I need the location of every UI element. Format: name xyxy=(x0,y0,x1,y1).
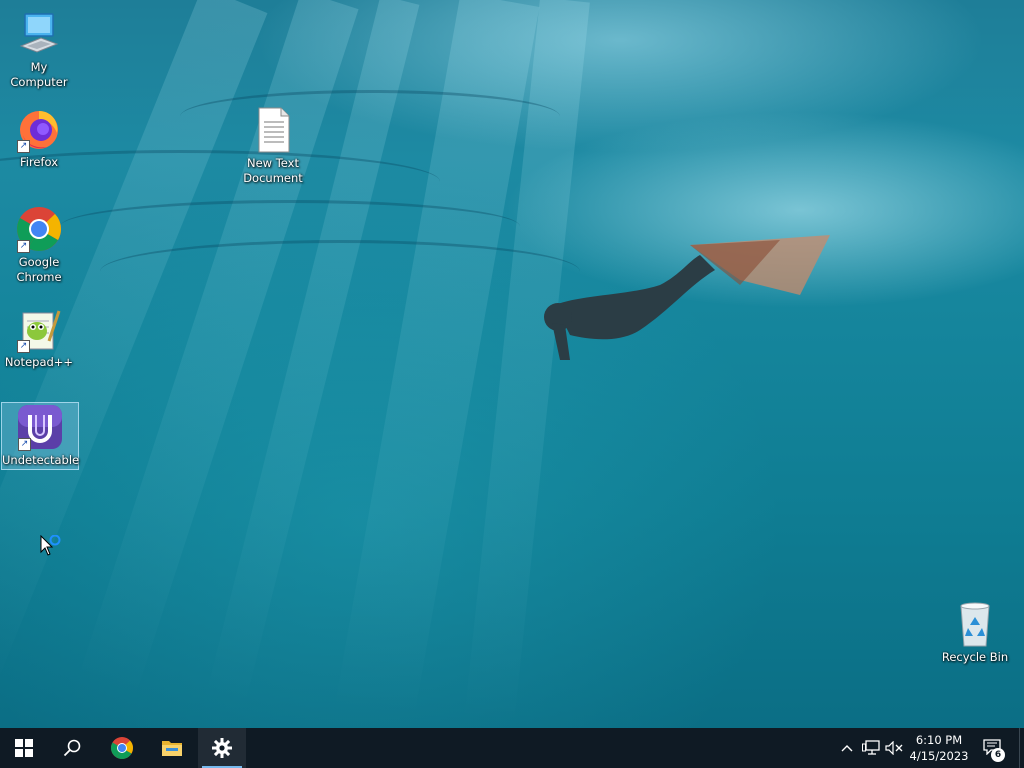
desktop-icon-label: New Text Document xyxy=(243,156,303,185)
file-explorer-icon xyxy=(162,741,182,756)
desktop-icon-label: Undetectable xyxy=(2,453,80,467)
desktop-icon-label: Notepad++ xyxy=(4,355,74,369)
desktop-icon-recycle-bin[interactable]: Recycle Bin xyxy=(937,600,1013,665)
taskbar-file-explorer-button[interactable] xyxy=(148,728,196,768)
chevron-up-icon xyxy=(841,745,853,752)
firefox-icon: ↗ xyxy=(15,105,63,153)
computer-icon xyxy=(15,10,63,58)
network-status-button[interactable] xyxy=(860,738,882,758)
shortcut-arrow-icon: ↗ xyxy=(17,140,30,153)
taskbar: 6:10 PM 4/15/2023 6 xyxy=(0,728,1024,768)
chrome-icon: ↗ xyxy=(15,205,63,253)
notepad-plus-plus-icon: ↗ xyxy=(15,305,63,353)
busy-cursor-icon xyxy=(40,535,61,556)
search-button[interactable] xyxy=(48,728,96,768)
taskbar-clock[interactable]: 6:10 PM 4/15/2023 xyxy=(905,732,973,764)
desktop-icon-label: Google Chrome xyxy=(16,255,62,284)
clock-date: 4/15/2023 xyxy=(909,749,969,763)
chrome-icon xyxy=(111,737,133,759)
desktop-icon-label: Recycle Bin xyxy=(941,650,1009,664)
desktop-background[interactable]: My Computer ↗ Firefox ↗ Google Chrome ↗ … xyxy=(0,0,1024,728)
windows-start-icon xyxy=(15,739,33,757)
shortcut-arrow-icon: ↗ xyxy=(17,340,30,353)
desktop-icon-firefox[interactable]: ↗ Firefox xyxy=(1,105,77,170)
volume-muted-icon xyxy=(885,741,903,755)
search-icon xyxy=(63,739,81,757)
notification-count-badge: 6 xyxy=(991,748,1005,762)
clock-time: 6:10 PM xyxy=(915,733,963,747)
show-hidden-icons-button[interactable] xyxy=(836,738,858,758)
shortcut-arrow-icon: ↗ xyxy=(17,240,30,253)
network-icon xyxy=(862,740,880,755)
taskbar-chrome-button[interactable] xyxy=(98,728,146,768)
shortcut-arrow-icon: ↗ xyxy=(18,438,31,451)
water-ripple xyxy=(100,240,580,303)
desktop-icon-google-chrome[interactable]: ↗ Google Chrome xyxy=(1,205,77,285)
text-document-icon xyxy=(249,106,297,154)
desktop-icon-notepad-plus-plus[interactable]: ↗ Notepad++ xyxy=(1,305,77,370)
desktop-icon-label: Firefox xyxy=(19,155,59,169)
show-desktop-divider[interactable] xyxy=(1019,728,1020,768)
settings-gear-icon xyxy=(212,738,232,758)
diver-silhouette xyxy=(544,235,830,360)
recycle-bin-icon xyxy=(951,600,999,648)
undetectable-icon: ↗ xyxy=(16,403,64,451)
volume-button[interactable] xyxy=(883,738,905,758)
start-button[interactable] xyxy=(0,728,48,768)
desktop-icon-my-computer[interactable]: My Computer xyxy=(1,10,77,90)
desktop-icon-new-text-document[interactable]: New Text Document xyxy=(235,106,311,186)
taskbar-settings-button[interactable] xyxy=(198,728,246,768)
desktop-icon-label: My Computer xyxy=(10,60,68,89)
desktop-icon-undetectable[interactable]: ↗ Undetectable xyxy=(1,402,79,470)
